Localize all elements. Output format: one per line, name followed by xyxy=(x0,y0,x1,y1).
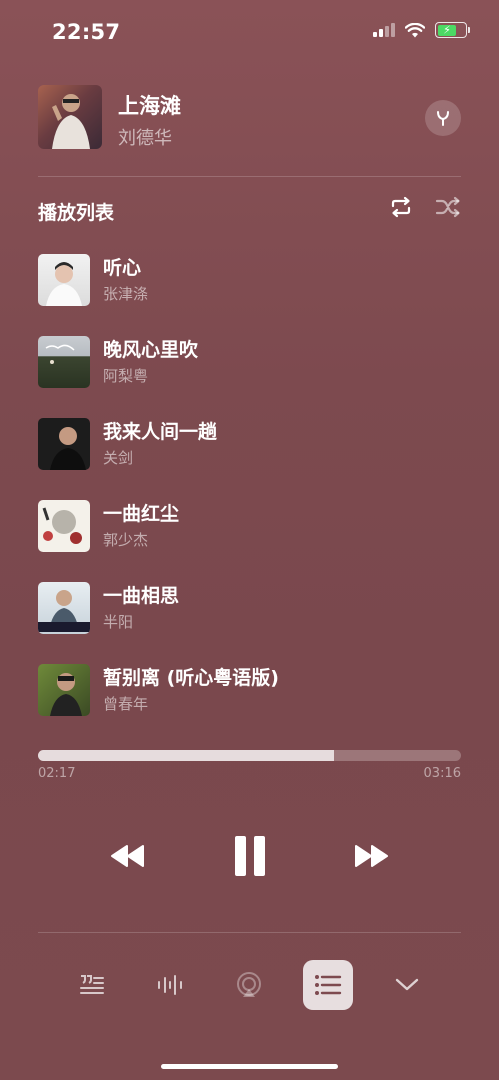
waveform-button[interactable] xyxy=(145,960,195,1010)
airplay-icon xyxy=(237,972,261,997)
previous-button[interactable] xyxy=(106,836,150,876)
share-play-icon xyxy=(437,111,449,126)
now-playing-artwork[interactable] xyxy=(38,85,102,149)
track-title: 晚风心里吹 xyxy=(103,339,199,361)
share-play-button[interactable] xyxy=(425,100,461,136)
track-title: 一曲相思 xyxy=(103,585,180,607)
list-item[interactable]: 一曲相思 半阳 xyxy=(38,573,461,643)
list-item[interactable]: 一曲红尘 郭少杰 xyxy=(38,491,461,561)
track-artist: 曾春年 xyxy=(103,695,149,713)
pause-icon xyxy=(235,836,265,876)
repeat-icon[interactable] xyxy=(389,196,413,218)
track-artist: 半阳 xyxy=(103,613,134,631)
lyrics-icon xyxy=(80,975,104,994)
cellular-signal-icon xyxy=(373,23,395,37)
divider xyxy=(38,932,461,933)
chevron-down-icon xyxy=(395,978,419,991)
lyrics-button[interactable] xyxy=(67,960,117,1010)
list-item[interactable]: 晚风心里吹 阿梨粤 xyxy=(38,327,461,397)
now-playing-artist[interactable]: 刘德华 xyxy=(118,124,172,150)
battery-charging-icon: ⚡ xyxy=(435,22,470,38)
track-title: 我来人间一趟 xyxy=(103,421,218,443)
track-title: 一曲红尘 xyxy=(103,503,180,525)
queue-heading: 播放列表 xyxy=(38,202,115,224)
list-item[interactable]: 听心 张津涤 xyxy=(38,245,461,315)
next-button[interactable] xyxy=(349,836,393,876)
track-artwork xyxy=(38,418,90,470)
list-item[interactable]: 我来人间一趟 关剑 xyxy=(38,409,461,479)
track-title: 暂别离 (听心粤语版) xyxy=(103,667,279,689)
pause-button[interactable] xyxy=(228,830,272,882)
waveform-icon xyxy=(158,975,182,995)
track-artwork xyxy=(38,500,90,552)
divider xyxy=(38,176,461,177)
track-artist: 张津涤 xyxy=(103,285,149,303)
queue-button[interactable] xyxy=(303,960,353,1010)
track-artist: 阿梨粤 xyxy=(103,367,149,385)
queue-list-icon xyxy=(315,975,342,995)
fast-forward-icon xyxy=(355,845,388,867)
elapsed-time: 02:17 xyxy=(38,766,76,781)
track-artist: 关剑 xyxy=(103,449,134,467)
track-artwork xyxy=(38,254,90,306)
collapse-button[interactable] xyxy=(382,960,432,1010)
track-artwork xyxy=(38,664,90,716)
list-item[interactable]: 暂别离 (听心粤语版) 曾春年 xyxy=(38,655,461,725)
shuffle-icon[interactable] xyxy=(435,196,461,218)
rewind-icon xyxy=(111,845,144,867)
track-artwork xyxy=(38,336,90,388)
airplay-button[interactable] xyxy=(224,960,274,1010)
wifi-icon xyxy=(405,22,425,37)
playback-progress-bar[interactable] xyxy=(38,750,461,761)
track-title: 听心 xyxy=(103,257,142,279)
progress-fill xyxy=(38,750,335,761)
queue-controls xyxy=(389,196,461,218)
now-playing-title: 上海滩 xyxy=(118,94,181,118)
total-time: 03:16 xyxy=(423,766,461,781)
home-indicator[interactable] xyxy=(161,1064,338,1069)
track-artwork xyxy=(38,582,90,634)
status-icons: ⚡ xyxy=(373,22,470,38)
status-time: 22:57 xyxy=(52,20,121,44)
track-artist: 郭少杰 xyxy=(103,531,149,549)
